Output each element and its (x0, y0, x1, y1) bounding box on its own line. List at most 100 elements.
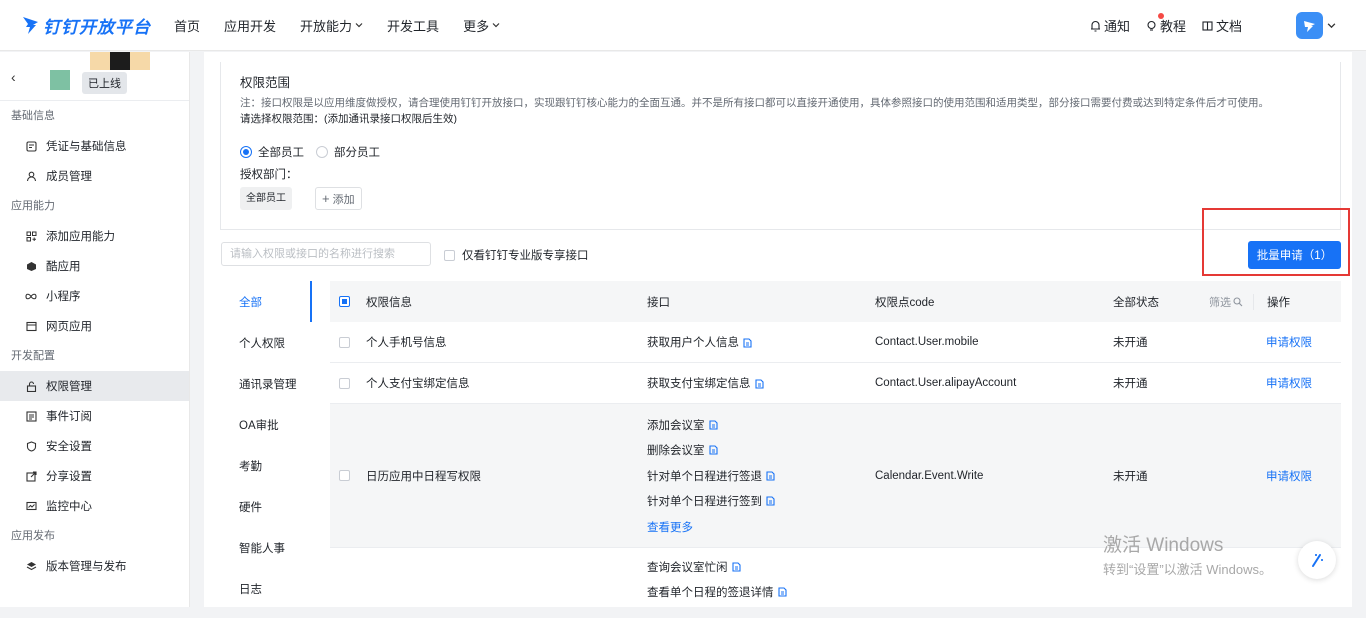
api-name[interactable]: 删除会议室 (647, 442, 705, 458)
select-all-checkbox[interactable] (338, 296, 350, 307)
api-name[interactable]: 针对单个日程进行签到 (647, 493, 762, 509)
radio-part-staff-label[interactable]: 部分员工 (334, 144, 380, 160)
sidebar-item-label: 安全设置 (46, 441, 92, 453)
table-row: 个人支付宝绑定信息 获取支付宝绑定信息 Contact.User.alipayA… (330, 363, 1341, 404)
notify-link[interactable]: 通知 (1090, 16, 1130, 35)
docs-link[interactable]: 文档 (1202, 16, 1242, 35)
row-checkbox[interactable] (338, 377, 350, 389)
status-filter[interactable]: 筛选 (1209, 294, 1243, 310)
doc-icon[interactable] (731, 562, 741, 572)
tutorial-label: 教程 (1159, 19, 1186, 34)
search-icon (1233, 296, 1243, 306)
back-arrow-icon[interactable]: ‹ (11, 69, 16, 85)
docs-label: 文档 (1215, 19, 1242, 34)
sidebar-item-mini-program[interactable]: 小程序 (0, 281, 189, 311)
sidebar-item-add-ability[interactable]: 添加应用能力 (0, 221, 189, 251)
monitor-icon (25, 500, 37, 512)
perm-name: 日历应用中日程写权限 (366, 470, 481, 483)
apply-permission-link[interactable]: 申请权限 (1253, 375, 1341, 391)
doc-icon[interactable] (708, 445, 718, 455)
sparkle-pen-icon (1312, 554, 1323, 567)
header-action: 操作 (1253, 293, 1341, 310)
doc-icon[interactable] (754, 379, 764, 389)
dingtalk-logo-icon (23, 17, 38, 34)
nav-item-app-dev[interactable]: 应用开发 (224, 16, 276, 35)
sidebar-item-events[interactable]: 事件订阅 (0, 401, 189, 431)
header-status[interactable]: 全部状态 (1113, 294, 1159, 310)
row-checkbox[interactable] (338, 470, 350, 481)
nav-item-more[interactable]: 更多 (463, 16, 500, 35)
apply-permission-link[interactable]: 申请权限 (1253, 334, 1341, 350)
header-code: 权限点code (875, 296, 935, 309)
api-name[interactable]: 针对单个日程进行签退 (647, 468, 762, 484)
sidebar-item-members[interactable]: 成员管理 (0, 161, 189, 191)
view-more-link[interactable]: 查看更多 (647, 514, 861, 540)
api-name[interactable]: 查看单个日程的签退详情 (647, 584, 774, 600)
doc-icon[interactable] (743, 338, 752, 348)
layers-icon (25, 560, 37, 572)
api-name[interactable]: 查询会议室忙闲 (647, 559, 728, 575)
permission-search-input[interactable] (221, 242, 431, 266)
category-hardware[interactable]: 硬件 (224, 486, 312, 527)
status-cell: 未开通 (1113, 337, 1148, 349)
batch-apply-button[interactable]: 批量申请（1） (1248, 241, 1341, 269)
sidebar-item-webpage[interactable]: 网页应用 (0, 311, 189, 341)
perm-name: 个人手机号信息 (366, 337, 447, 349)
radio-all-staff[interactable] (240, 146, 252, 158)
category-log[interactable]: 日志 (224, 568, 312, 609)
nav-label: 更多 (463, 18, 490, 34)
sidebar-item-label: 分享设置 (46, 471, 92, 483)
sidebar-item-monitor[interactable]: 监控中心 (0, 491, 189, 521)
doc-icon[interactable] (766, 496, 775, 506)
chevron-down-icon (355, 23, 363, 28)
api-name[interactable]: 获取用户个人信息 (647, 337, 739, 349)
only-pro-label: 仅看钉钉专业版专享接口 (462, 250, 589, 262)
user-avatar[interactable] (1296, 12, 1323, 39)
lock-icon (25, 380, 37, 392)
header-api: 接口 (647, 296, 670, 309)
nav-item-home[interactable]: 首页 (174, 16, 200, 35)
member-icon (25, 170, 37, 182)
tutorial-link[interactable]: 教程 (1146, 13, 1186, 35)
sidebar-item-security[interactable]: 安全设置 (0, 431, 189, 461)
logo[interactable]: 钉钉开放平台 (22, 13, 162, 38)
category-oa[interactable]: OA审批 (224, 404, 312, 445)
row-checkbox[interactable] (338, 336, 350, 348)
auth-dept-label: 授权部门： (240, 169, 298, 181)
category-personal[interactable]: 个人权限 (224, 322, 312, 363)
category-all[interactable]: 全部 (224, 281, 312, 322)
webpage-icon (25, 320, 37, 332)
api-name[interactable]: 添加会议室 (647, 417, 705, 433)
nav-item-open-abilities[interactable]: 开放能力 (300, 16, 363, 35)
api-name[interactable]: 获取支付宝绑定信息 (647, 378, 751, 390)
table-row: 个人手机号信息 获取用户个人信息 Contact.User.mobile 未开通… (330, 322, 1341, 363)
nav-item-dev-tools[interactable]: 开发工具 (387, 16, 439, 35)
sidebar-item-label: 成员管理 (46, 171, 92, 183)
api-cell: 获取支付宝绑定信息 (633, 375, 861, 391)
apply-permission-link[interactable]: 申请权限 (1253, 468, 1341, 484)
category-attendance[interactable]: 考勤 (224, 445, 312, 486)
checkbox[interactable] (444, 249, 455, 261)
add-dept-button[interactable]: + 添加 (315, 187, 362, 210)
sidebar-item-share[interactable]: 分享设置 (0, 461, 189, 491)
category-hr[interactable]: 智能人事 (224, 527, 312, 568)
filter-label: 筛选 (1209, 296, 1231, 309)
radio-all-staff-label[interactable]: 全部员工 (258, 144, 304, 160)
doc-icon[interactable] (708, 419, 718, 430)
radio-part-staff[interactable] (316, 146, 328, 158)
scope-radio-group: 全部员工 部分员工 (240, 144, 392, 160)
only-pro-checkbox[interactable]: 仅看钉钉专业版专享接口 (444, 247, 589, 263)
sidebar-item-release[interactable]: 版本管理与发布 (0, 551, 189, 581)
sidebar-item-cool-app[interactable]: 酷应用 (0, 251, 189, 281)
chevron-down-icon[interactable] (1327, 21, 1336, 30)
doc-icon[interactable] (777, 587, 787, 597)
sidebar-group-title: 开发配置 (11, 350, 55, 362)
doc-icon[interactable] (766, 470, 775, 481)
sidebar-item-permissions[interactable]: 权限管理 (0, 371, 189, 401)
app-status-badge: 已上线 (82, 72, 127, 94)
assistant-float-button[interactable] (1298, 541, 1336, 579)
sidebar-item-credentials[interactable]: 凭证与基础信息 (0, 131, 189, 161)
category-contacts[interactable]: 通讯录管理 (224, 363, 312, 404)
grid-add-icon (25, 230, 37, 242)
api-cell: 获取用户个人信息 (633, 334, 861, 350)
